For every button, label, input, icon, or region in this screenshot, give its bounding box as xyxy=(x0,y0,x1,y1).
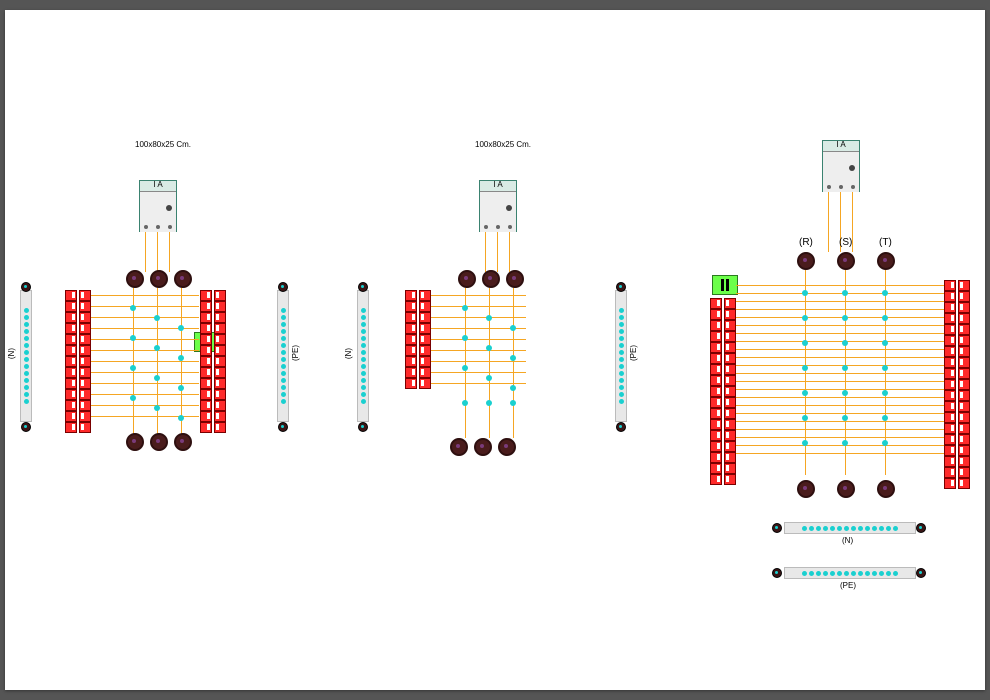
bus-node xyxy=(837,252,855,270)
bar-end xyxy=(772,568,782,578)
pe-label-3: (PE) xyxy=(840,581,856,590)
bus-node xyxy=(506,270,524,288)
terminal-strip-left-3b xyxy=(724,298,736,485)
panel-1-title: 100x80x25 Cm. xyxy=(135,140,191,149)
bar-end xyxy=(358,282,368,292)
mini-breaker-3 xyxy=(712,275,738,295)
pe-bar-3 xyxy=(784,567,916,579)
bus-node xyxy=(474,438,492,456)
bus-node xyxy=(150,433,168,451)
phase-r: (R) xyxy=(799,237,813,248)
bar-end xyxy=(616,282,626,292)
bar-end xyxy=(21,422,31,432)
terminal-strip-left-2b xyxy=(419,290,431,389)
terminal-strip-left-2 xyxy=(405,290,417,389)
bar-end xyxy=(916,523,926,533)
terminal-strip-right-1 xyxy=(200,290,212,433)
bar-end xyxy=(278,282,288,292)
n-label-1: (N) xyxy=(7,348,16,359)
bus-node xyxy=(498,438,516,456)
n-label-3: (N) xyxy=(842,536,853,545)
bus-node xyxy=(458,270,476,288)
panel-3: I A (R) (S) (T) xyxy=(700,130,985,610)
main-breaker-1: I A xyxy=(139,180,177,232)
terminal-strip-right-1b xyxy=(214,290,226,433)
bus-node xyxy=(877,480,895,498)
terminal-strip-right-3 xyxy=(944,280,956,489)
bar-end xyxy=(916,568,926,578)
terminal-strip-left-1 xyxy=(65,290,77,433)
panel-2-title: 100x80x25 Cm. xyxy=(475,140,531,149)
bus-node xyxy=(837,480,855,498)
bus-node xyxy=(450,438,468,456)
terminal-strip-right-3b xyxy=(958,280,970,489)
bus-node xyxy=(482,270,500,288)
pe-bar-1 xyxy=(277,290,289,422)
breaker-3-label: I A xyxy=(823,140,859,149)
breaker-2-label: I A xyxy=(480,180,516,189)
breaker-1-label: I A xyxy=(140,180,176,189)
bar-end xyxy=(358,422,368,432)
n-label-2: (N) xyxy=(344,348,353,359)
bar-end xyxy=(616,422,626,432)
bar-end xyxy=(21,282,31,292)
bus-node xyxy=(797,252,815,270)
pe-label-2: (PE) xyxy=(629,345,638,361)
terminal-strip-left-1b xyxy=(79,290,91,433)
main-breaker-2: I A xyxy=(479,180,517,232)
phase-t: (T) xyxy=(879,237,892,248)
bus-node xyxy=(877,252,895,270)
bus-node xyxy=(150,270,168,288)
phase-s: (S) xyxy=(839,237,852,248)
bar-end xyxy=(772,523,782,533)
drawing-canvas: 100x80x25 Cm. I A xyxy=(5,10,985,690)
pe-bar-2 xyxy=(615,290,627,422)
bus-node xyxy=(174,433,192,451)
bus-node xyxy=(126,270,144,288)
neutral-bar-3 xyxy=(784,522,916,534)
panel-2: 100x80x25 Cm. I A xyxy=(395,140,645,460)
bus-node xyxy=(797,480,815,498)
neutral-bar-2 xyxy=(357,290,369,422)
terminal-strip-left-3 xyxy=(710,298,722,485)
bus-node xyxy=(126,433,144,451)
neutral-bar-1 xyxy=(20,290,32,422)
bus-node xyxy=(174,270,192,288)
main-breaker-3: I A xyxy=(822,140,860,192)
panel-1: 100x80x25 Cm. I A xyxy=(55,140,305,460)
bar-end xyxy=(278,422,288,432)
pe-label-1: (PE) xyxy=(291,345,300,361)
